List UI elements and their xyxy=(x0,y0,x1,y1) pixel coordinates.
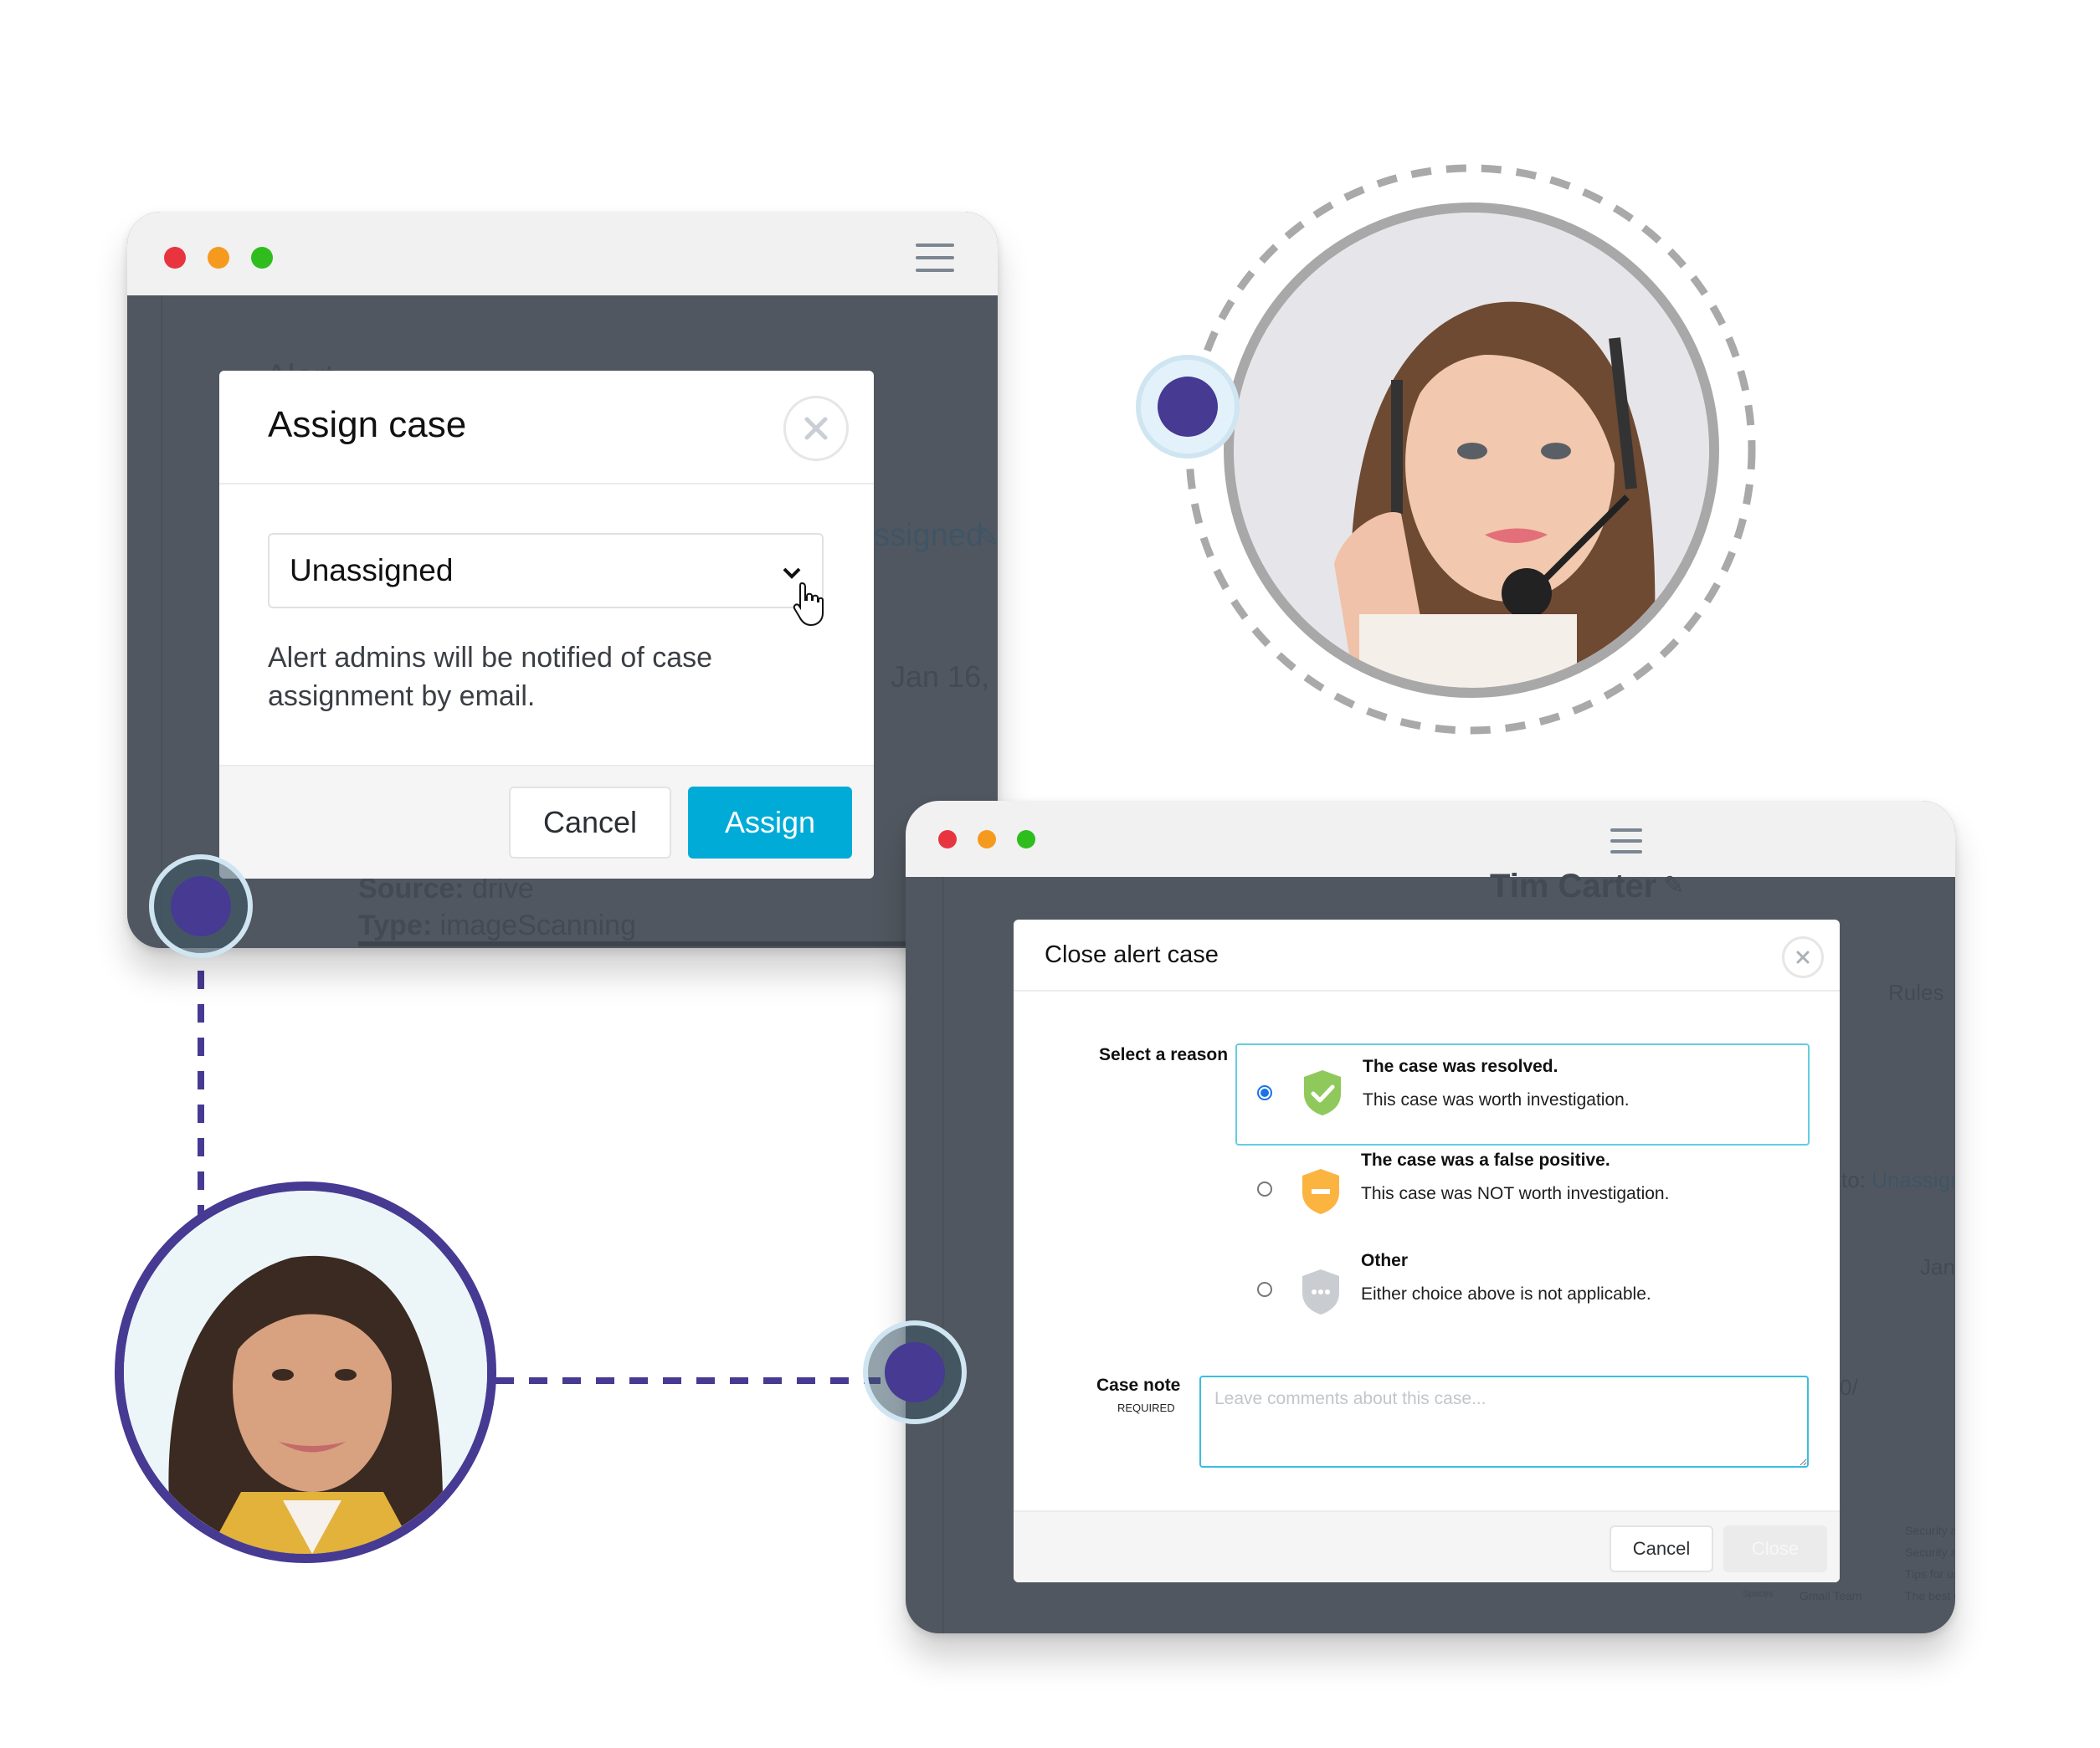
assign-case-modal: Assign case Unassigned Alert admins will… xyxy=(219,371,874,879)
reason-radio-resolved[interactable] xyxy=(1257,1085,1272,1100)
agent-photo xyxy=(1234,213,1709,688)
bg-mail-row: Tips for usin xyxy=(1905,1567,1955,1581)
bg-assigned: to: Unassigne xyxy=(1841,1167,1955,1193)
window-close-dot[interactable] xyxy=(938,830,957,848)
sidebar-divider xyxy=(161,295,162,948)
bg-count: 0/ xyxy=(1840,1375,1858,1400)
close-icon xyxy=(804,417,828,440)
cancel-button[interactable]: Cancel xyxy=(509,787,671,859)
bg-type-label: Type: xyxy=(358,910,433,941)
bg-rules-tab: Rules xyxy=(1888,980,1944,1005)
chevron-down-icon xyxy=(783,567,801,579)
option-description: Either choice above is not applicable. xyxy=(1361,1284,1651,1304)
connector-horizontal xyxy=(495,1377,881,1384)
reason-option-resolved[interactable]: The case was resolved. This case was wor… xyxy=(1235,1043,1810,1146)
option-title: The case was resolved. xyxy=(1363,1057,1558,1076)
shield-more-icon xyxy=(1302,1269,1339,1315)
case-note-label: Case note xyxy=(1096,1376,1181,1395)
connector-vertical xyxy=(198,971,204,1222)
assignee-select-value: Unassigned xyxy=(290,553,454,587)
close-case-button[interactable]: Close xyxy=(1723,1525,1827,1572)
support-agent-avatar xyxy=(1224,202,1719,698)
sidebar-divider xyxy=(942,877,944,1633)
menu-icon[interactable] xyxy=(1610,828,1642,853)
modal-footer: Cancel Close xyxy=(1014,1510,1840,1582)
option-title: Other xyxy=(1361,1251,1409,1270)
bg-sidebar-label: Spaces xyxy=(1743,1589,1774,1599)
reason-option-false-positive[interactable]: The case was a false positive. This case… xyxy=(1235,1146,1810,1246)
assign-button[interactable]: Assign xyxy=(688,787,852,859)
modal-header: Close alert case xyxy=(1014,920,1840,992)
window-titlebar xyxy=(906,801,1955,877)
cancel-button[interactable]: Cancel xyxy=(1610,1525,1713,1572)
window-titlebar xyxy=(127,212,998,295)
menu-icon[interactable] xyxy=(916,243,954,272)
bg-user-name: Tim Carter xyxy=(1490,868,1657,905)
option-description: This case was NOT worth investigation. xyxy=(1361,1184,1670,1203)
option-title: The case was a false positive. xyxy=(1361,1151,1610,1170)
modal-header: Assign case xyxy=(219,371,874,484)
assignee-select[interactable]: Unassigned xyxy=(268,533,824,608)
window-minimize-dot[interactable] xyxy=(978,830,996,848)
bg-assignee: ssigned xyxy=(874,518,983,553)
agent-connector-node xyxy=(1136,355,1240,459)
close-alert-case-modal: Close alert case Select a reason The cas… xyxy=(1014,920,1840,1582)
window-maximize-dot[interactable] xyxy=(1017,830,1035,848)
pointer-cursor-icon xyxy=(793,582,824,627)
bg-underline xyxy=(358,941,944,946)
close-icon xyxy=(1796,951,1810,964)
bg-edit-icon: ✎ xyxy=(977,522,998,552)
reason-label: Select a reason xyxy=(1099,1045,1229,1064)
admin-avatar xyxy=(115,1182,496,1563)
bg-date: Jan 16, 2 xyxy=(891,659,998,694)
bg-assigned-label: to: xyxy=(1841,1167,1866,1192)
modal-footer: Cancel Assign xyxy=(219,765,874,879)
modal-close-button[interactable] xyxy=(783,396,849,461)
bg-edit-icon: ✎ xyxy=(1663,872,1685,900)
bg-mail-row: Security ale xyxy=(1905,1546,1955,1559)
window-maximize-dot[interactable] xyxy=(251,247,273,269)
bg-assigned-value: Unassigne xyxy=(1872,1167,1955,1192)
bg-mail-row: The best of xyxy=(1905,1589,1955,1602)
bg-date: Jan 1 xyxy=(1920,1254,1955,1279)
bg-type-value: imageScanning xyxy=(439,910,636,941)
shield-check-icon xyxy=(1304,1070,1341,1115)
shield-minus-icon xyxy=(1302,1169,1339,1214)
option-description: This case was worth investigation. xyxy=(1363,1090,1630,1110)
case-note-required: REQUIRED xyxy=(1117,1402,1175,1414)
bg-mail-sender: Gmail Team xyxy=(1800,1589,1862,1602)
modal-title: Close alert case xyxy=(1045,941,1219,968)
bg-mail-row: Security ale xyxy=(1905,1524,1955,1537)
close-case-window: Tim Carter ✎ Rules to: Unassigne Jan 1 0… xyxy=(906,801,1955,1633)
reason-radio-other[interactable] xyxy=(1257,1282,1272,1297)
admin-photo xyxy=(124,1191,487,1554)
assignment-help-text: Alert admins will be notified of case as… xyxy=(268,642,713,712)
bg-type: Type: imageScanning xyxy=(358,910,636,942)
modal-close-button[interactable] xyxy=(1782,936,1824,978)
reason-radio-false-positive[interactable] xyxy=(1257,1182,1272,1197)
window-close-dot[interactable] xyxy=(164,247,186,269)
window-minimize-dot[interactable] xyxy=(208,247,229,269)
case-note-input[interactable] xyxy=(1199,1376,1809,1468)
modal-title: Assign case xyxy=(268,404,467,445)
close-case-connector-node xyxy=(863,1320,967,1424)
reason-option-other[interactable]: Other Either choice above is not applica… xyxy=(1235,1246,1810,1346)
assign-connector-node xyxy=(149,854,253,958)
assign-case-window: Alert ssigned ✎ Jan 16, 2 Source: drive … xyxy=(127,212,998,948)
